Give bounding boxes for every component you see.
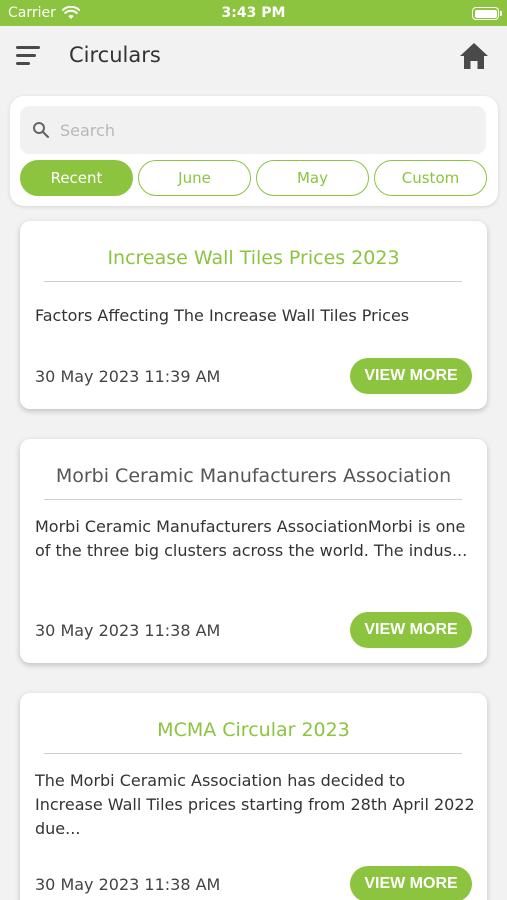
battery-icon (472, 7, 502, 20)
divider (44, 753, 462, 754)
circular-description: Morbi Ceramic Manufacturers AssociationM… (35, 517, 468, 560)
circular-card: Morbi Ceramic Manufacturers Association … (20, 439, 487, 663)
view-more-button[interactable]: VIEW MORE (350, 358, 472, 394)
home-icon[interactable] (459, 42, 489, 70)
search-bar[interactable] (20, 106, 486, 154)
circular-card: MCMA Circular 2023 The Morbi Ceramic Ass… (20, 693, 487, 900)
circular-card: Increase Wall Tiles Prices 2023 Factors … (20, 221, 487, 409)
filter-chip-custom[interactable]: Custom (374, 160, 487, 196)
circular-title: Increase Wall Tiles Prices 2023 (107, 247, 400, 269)
circular-date: 30 May 2023 11:38 AM (35, 875, 221, 894)
circular-description: The Morbi Ceramic Association has decide… (35, 771, 475, 838)
filter-panel: Recent June May Custom (10, 96, 498, 206)
divider (44, 499, 462, 500)
filter-chip-recent[interactable]: Recent (20, 160, 133, 196)
circular-description: Factors Affecting The Increase Wall Tile… (35, 306, 410, 325)
status-time: 3:43 PM (221, 5, 286, 21)
menu-icon[interactable] (16, 46, 44, 70)
filter-chips: Recent June May Custom (20, 160, 487, 196)
search-input[interactable] (60, 120, 460, 140)
view-more-button[interactable]: VIEW MORE (350, 866, 472, 900)
filter-chip-may[interactable]: May (256, 160, 369, 196)
circular-title: Morbi Ceramic Manufacturers Association (55, 465, 452, 487)
search-icon (33, 122, 50, 139)
filter-chip-june[interactable]: June (138, 160, 251, 196)
view-more-button[interactable]: VIEW MORE (350, 612, 472, 648)
app-bar: Circulars (0, 26, 507, 88)
divider (44, 281, 462, 282)
circular-date: 30 May 2023 11:39 AM (35, 367, 221, 386)
page-title: Circulars (69, 43, 161, 67)
circular-title: MCMA Circular 2023 (157, 719, 350, 741)
circular-date: 30 May 2023 11:38 AM (35, 621, 221, 640)
status-bar: Carrier 3:43 PM (0, 0, 507, 26)
